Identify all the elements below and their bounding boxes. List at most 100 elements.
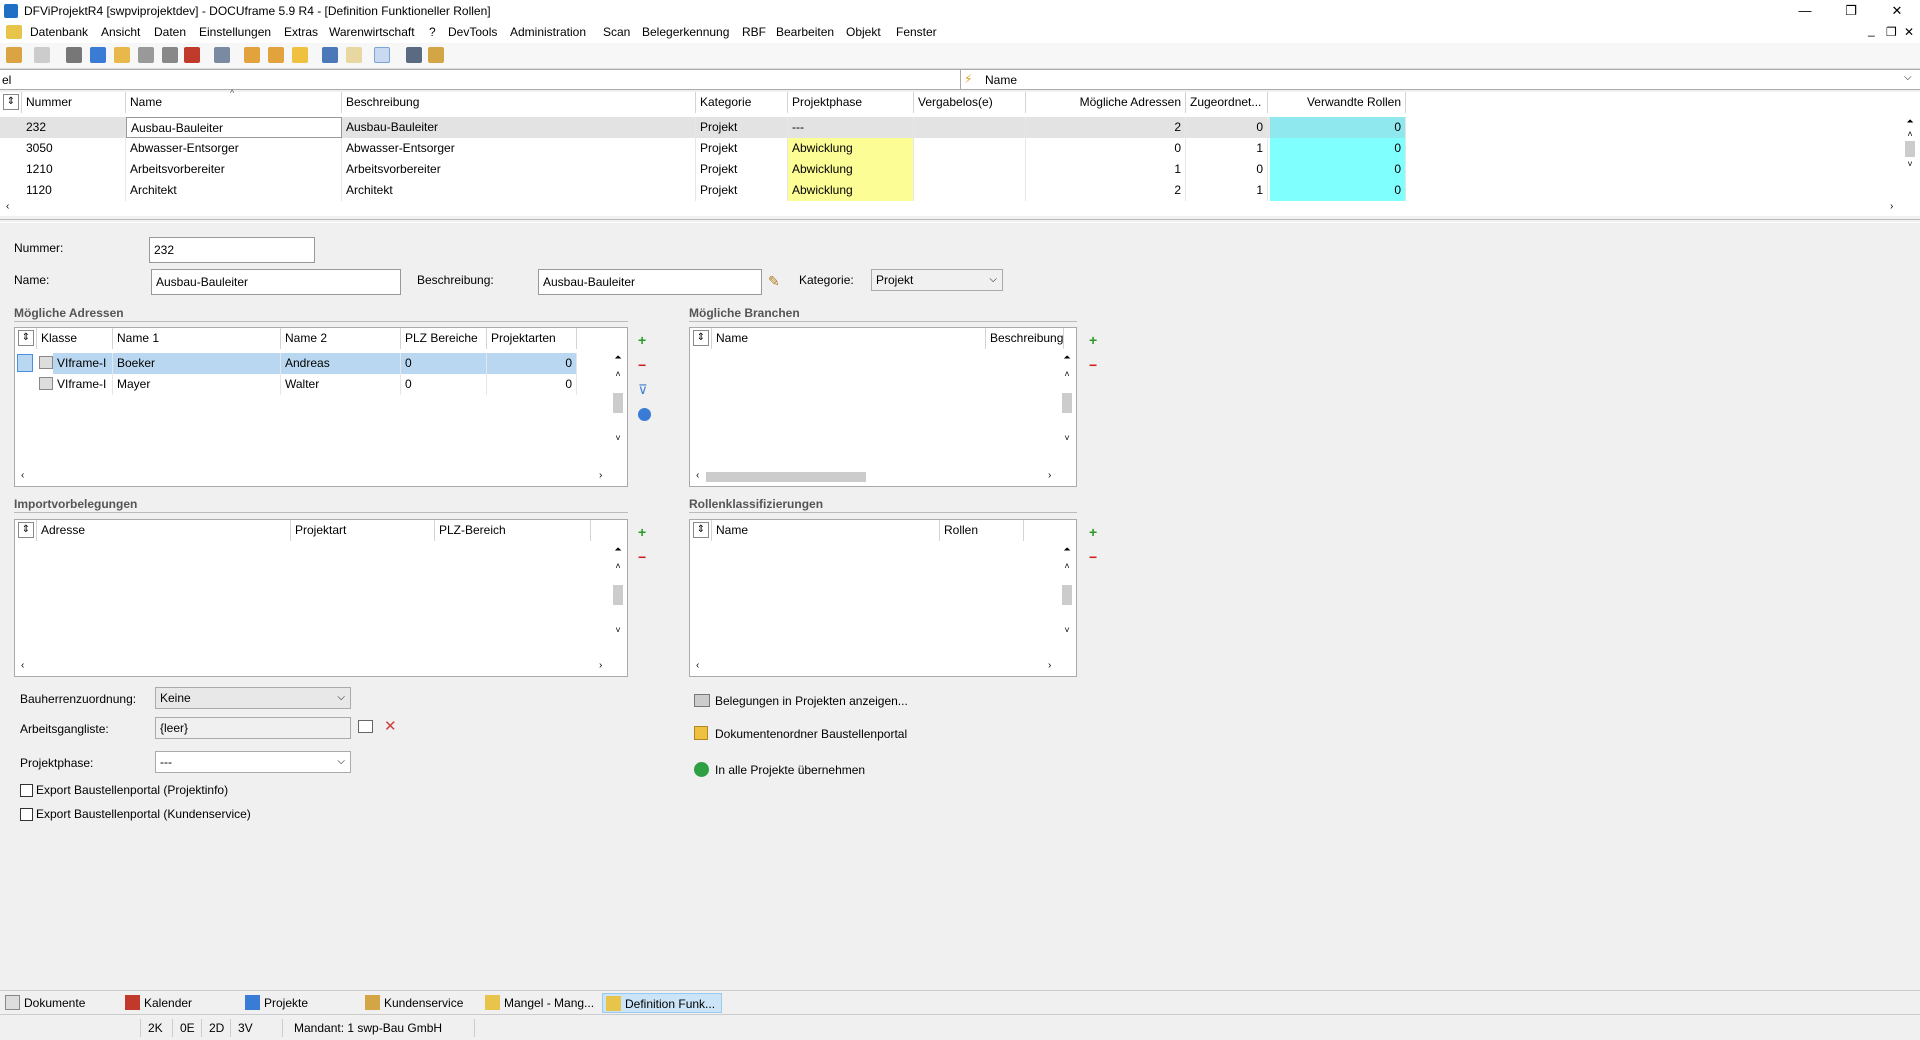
col-plz-bereiche[interactable]: PLZ Bereiche <box>401 328 487 349</box>
menu-scan[interactable]: Scan <box>603 25 630 39</box>
scroll-top-icon[interactable]: ⏶ <box>1060 544 1074 555</box>
scroll-top-icon[interactable]: ⏶ <box>1060 352 1074 363</box>
scroll-thumb[interactable] <box>1062 393 1072 413</box>
table-row[interactable]: 1210 Arbeitsvorbereiter Arbeitsvorbereit… <box>0 159 1406 180</box>
uebernehmen-link[interactable]: In alle Projekte übernehmen <box>715 763 865 777</box>
tab-mangel[interactable]: Mangel - Mang... <box>482 993 600 1013</box>
horizontal-scrollbar[interactable]: ‹ › <box>690 470 1060 484</box>
tab-kundenservice[interactable]: Kundenservice <box>362 993 469 1013</box>
mdi-minimize-button[interactable]: _ <box>1868 23 1875 37</box>
menu-administration[interactable]: Administration <box>510 25 586 39</box>
filter-icon[interactable]: ⊽ <box>638 382 654 398</box>
scroll-up-icon[interactable]: ˄ <box>1060 561 1074 571</box>
close-button[interactable]: ✕ <box>1874 0 1920 22</box>
menu-bearbeiten[interactable]: Bearbeiten <box>776 25 834 39</box>
add-address-icon[interactable]: + <box>638 332 654 348</box>
add-klassifizierung-icon[interactable]: + <box>1089 524 1105 540</box>
apply-all-icon[interactable] <box>694 762 709 777</box>
col-klasse[interactable]: Klasse <box>37 328 113 349</box>
vertical-scrollbar[interactable]: ⏶ ˄ ˅ <box>611 544 625 660</box>
scroll-left-icon[interactable]: ‹ <box>21 660 24 671</box>
cell-name[interactable]: Ausbau-Bauleiter <box>126 117 342 138</box>
folder-new-icon[interactable] <box>244 47 260 63</box>
scroll-right-icon[interactable]: › <box>599 470 602 481</box>
view-toggle-icon[interactable] <box>374 47 390 63</box>
scroll-up-icon[interactable]: ˄ <box>611 369 625 379</box>
menu-devtools[interactable]: DevTools <box>448 25 497 39</box>
card-icon[interactable] <box>66 47 82 63</box>
col-plz-bereich[interactable]: PLZ-Bereich <box>435 520 591 541</box>
scroll-top-icon[interactable]: ⏶ <box>611 544 625 555</box>
add-import-icon[interactable]: + <box>638 524 654 540</box>
scroll-down-icon[interactable]: ˅ <box>611 625 625 635</box>
projektphase-select[interactable]: --- ⌵ <box>155 751 351 773</box>
scroll-thumb[interactable] <box>706 472 866 482</box>
restore-button[interactable]: ❐ <box>1828 0 1874 22</box>
menu-belegerkennung[interactable]: Belegerkennung <box>642 25 729 39</box>
col-moegliche-adressen[interactable]: Mögliche Adressen <box>1026 92 1186 113</box>
table-row[interactable]: 232 Ausbau-Bauleiter Ausbau-Bauleiter Pr… <box>0 117 1406 138</box>
splitter[interactable] <box>0 219 1920 223</box>
horizontal-scrollbar[interactable]: ‹ › <box>15 660 611 674</box>
vertical-scrollbar[interactable]: ⏶ ˄ ˅ <box>1060 544 1074 660</box>
tools-icon[interactable] <box>406 47 422 63</box>
scroll-down-icon[interactable]: ˅ <box>1060 433 1074 443</box>
belegungen-icon[interactable] <box>694 694 710 707</box>
col-projektarten[interactable]: Projektarten <box>487 328 577 349</box>
tab-dokumente[interactable]: Dokumente <box>2 993 91 1013</box>
grid-sort-button[interactable]: ⇕ <box>15 328 37 349</box>
clear-icon[interactable]: ✕ <box>384 717 397 735</box>
menu-datenbank[interactable]: Datenbank <box>30 25 88 39</box>
menu-rbf[interactable]: RBF <box>742 25 766 39</box>
filter-input[interactable]: el <box>2 72 957 88</box>
belegungen-link[interactable]: Belegungen in Projekten anzeigen... <box>715 694 908 708</box>
vertical-scrollbar[interactable]: ⏶ ˄ ˅ <box>611 352 625 470</box>
menu-help[interactable]: ? <box>429 25 436 39</box>
attach-icon[interactable] <box>138 47 154 63</box>
scroll-up-icon[interactable]: ˄ <box>1060 369 1074 379</box>
phone-icon[interactable] <box>214 47 230 63</box>
horizontal-scrollbar[interactable]: ‹ › <box>690 660 1060 674</box>
scroll-thumb[interactable] <box>1062 585 1072 605</box>
col-beschreibung[interactable]: Beschreibung <box>342 92 696 113</box>
folder-arrow-icon[interactable] <box>292 47 308 63</box>
scroll-left-icon[interactable]: ‹ <box>696 470 699 481</box>
col-adresse[interactable]: Adresse <box>37 520 291 541</box>
table-row[interactable]: VIframe-I Mayer Walter 0 0 <box>15 374 577 395</box>
grid-sort-button[interactable]: ⇕ <box>690 328 712 349</box>
remove-branche-icon[interactable]: − <box>1089 357 1105 373</box>
list-icon[interactable] <box>90 47 106 63</box>
col-zugeordnet[interactable]: Zugeordnet... <box>1186 92 1268 113</box>
add-branche-icon[interactable]: + <box>1089 332 1105 348</box>
filter-field-select[interactable]: Name <box>985 72 1017 88</box>
mdi-close-button[interactable]: ✕ <box>1904 25 1914 39</box>
col-name2[interactable]: Name 2 <box>281 328 401 349</box>
scroll-right-icon[interactable]: › <box>1048 660 1051 671</box>
note-icon[interactable] <box>114 47 130 63</box>
scroll-thumb[interactable] <box>613 393 623 413</box>
tab-kalender[interactable]: Kalender <box>122 993 198 1013</box>
scroll-left-icon[interactable]: ‹ <box>6 201 9 212</box>
menu-extras[interactable]: Extras <box>284 25 318 39</box>
print-icon[interactable] <box>34 47 50 63</box>
nummer-input[interactable]: 232 <box>149 237 315 263</box>
col-name[interactable]: Name <box>712 328 986 349</box>
open-icon[interactable] <box>6 47 22 63</box>
scroll-left-icon[interactable]: ‹ <box>21 470 24 481</box>
remove-address-icon[interactable]: − <box>638 357 654 373</box>
kategorie-select[interactable]: Projekt ⌵ <box>871 269 1003 291</box>
menu-einstellungen[interactable]: Einstellungen <box>199 25 271 39</box>
scroll-right-icon[interactable]: › <box>1890 201 1893 212</box>
beschreibung-input[interactable]: Ausbau-Bauleiter <box>538 269 762 295</box>
menu-warenwirtschaft[interactable]: Warenwirtschaft <box>329 25 415 39</box>
horizontal-scrollbar[interactable]: ‹ › <box>15 470 611 484</box>
menu-objekt[interactable]: Objekt <box>846 25 881 39</box>
table-row[interactable]: VIframe-I Boeker Andreas 0 0 <box>15 353 577 374</box>
menu-ansicht[interactable]: Ansicht <box>101 25 140 39</box>
scroll-thumb[interactable] <box>1905 141 1915 157</box>
vertical-scrollbar[interactable]: ⏶ ˄ ˅ <box>1060 352 1074 470</box>
globe-filter-icon[interactable] <box>638 408 651 421</box>
copy-icon[interactable] <box>162 47 178 63</box>
search-next-icon[interactable] <box>346 47 362 63</box>
scroll-top-icon[interactable]: ⏶ <box>611 352 625 363</box>
